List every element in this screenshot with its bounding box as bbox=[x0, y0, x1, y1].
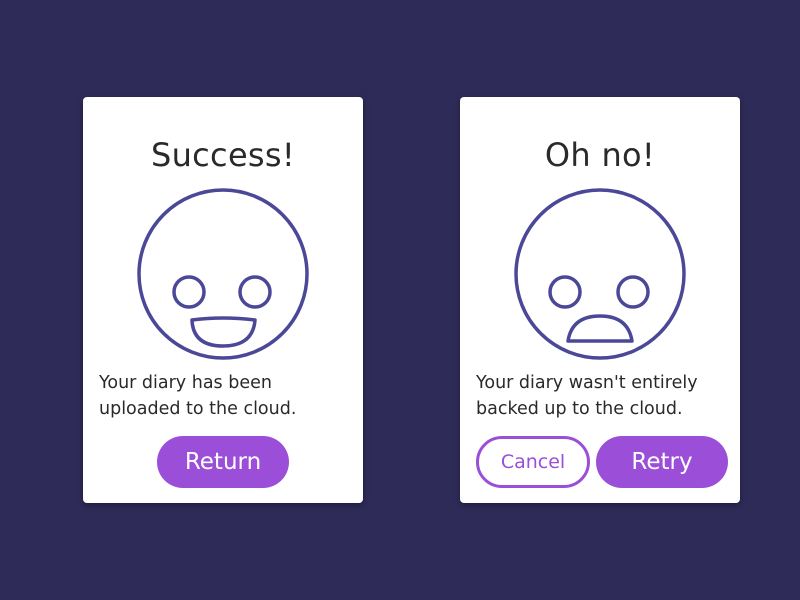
failure-dialog: Oh no! Your diary wasn't entirely backed… bbox=[460, 97, 740, 503]
success-dialog: Success! Your diary has been uploaded to… bbox=[83, 97, 363, 503]
cancel-button[interactable]: Cancel bbox=[476, 436, 590, 488]
dialog-showcase: Success! Your diary has been uploaded to… bbox=[0, 0, 800, 600]
success-message-line-1: Your diary has been bbox=[99, 373, 272, 393]
failure-message-line-2: backed up to the cloud. bbox=[476, 399, 683, 419]
failure-message: Your diary wasn't entirely backed up to … bbox=[476, 370, 726, 422]
failure-message-line-1: Your diary wasn't entirely bbox=[476, 373, 698, 393]
return-button[interactable]: Return bbox=[157, 436, 289, 488]
success-message-line-2: uploaded to the cloud. bbox=[99, 399, 297, 419]
sad-face-icon bbox=[514, 188, 686, 360]
success-title: Success! bbox=[150, 136, 296, 174]
happy-face-icon bbox=[137, 188, 309, 360]
retry-button[interactable]: Retry bbox=[596, 436, 728, 488]
failure-title: Oh no! bbox=[544, 136, 656, 174]
success-message: Your diary has been uploaded to the clou… bbox=[99, 370, 349, 422]
